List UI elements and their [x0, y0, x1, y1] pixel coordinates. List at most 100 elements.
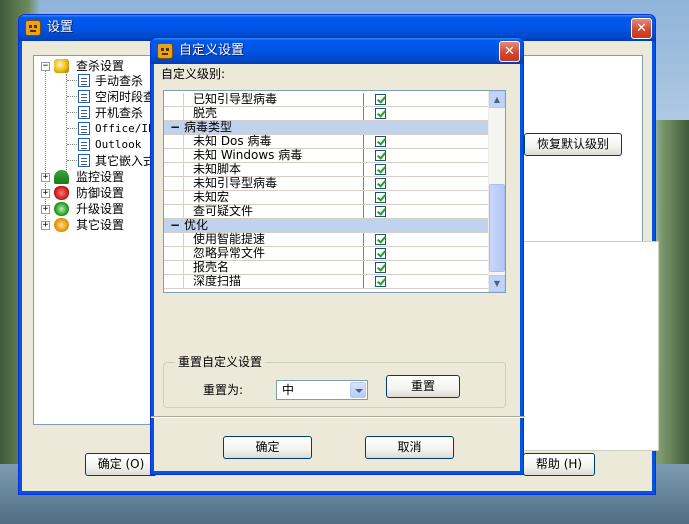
umbrella-icon [54, 170, 69, 184]
tree-line [45, 68, 46, 226]
settings-help-button[interactable]: 帮助 (H) [523, 453, 595, 476]
check-icon[interactable] [375, 136, 386, 147]
reset-level-value: 中 [282, 383, 295, 397]
grid-indent-cell [164, 275, 184, 288]
dialog-ok-button[interactable]: 确定 [223, 436, 312, 459]
expand-icon[interactable]: + [41, 173, 50, 182]
grid-value-cell [365, 191, 490, 204]
grid-group-header[interactable]: − 优化 [164, 219, 490, 233]
dialog-separator [151, 416, 525, 418]
tree-line [67, 128, 77, 129]
tree-item-update-settings[interactable]: 升级设置 [76, 201, 124, 217]
grid-option-label: 已知引导型病毒 [184, 93, 364, 106]
reset-level-select[interactable]: 中 [276, 380, 368, 400]
check-icon[interactable] [375, 108, 386, 119]
scroll-up-button[interactable]: ▲ [489, 91, 505, 108]
page-icon [78, 138, 90, 151]
grid-indent-cell [164, 135, 184, 148]
collapse-icon[interactable]: − [170, 219, 180, 232]
check-icon[interactable] [375, 178, 386, 189]
app-icon [157, 43, 173, 59]
check-icon[interactable] [375, 262, 386, 273]
custom-settings-dialog: 自定义设置 ✕ 自定义级别: 已知引导型病毒 脱壳 − 病毒类型 未知 Dos 病毒 未知… [150, 37, 525, 475]
check-icon[interactable] [375, 276, 386, 287]
grid-group-header[interactable]: − 病毒类型 [164, 121, 490, 135]
expand-icon[interactable]: + [41, 189, 50, 198]
tree-item-idle-scan[interactable]: 空闲时段查 [95, 89, 155, 105]
scroll-down-button[interactable]: ▼ [489, 275, 505, 292]
grid-row: 未知 Windows 病毒 [164, 149, 490, 163]
dialog-close-button[interactable]: ✕ [499, 41, 520, 62]
tree-item-defense-settings[interactable]: 防御设置 [76, 185, 124, 201]
check-icon[interactable] [375, 150, 386, 161]
grid-value-cell [365, 177, 490, 190]
grid-value-cell [365, 107, 490, 120]
grid-option-label: 脱壳 [184, 107, 364, 120]
reset-to-label: 重置为: [203, 383, 244, 397]
grid-value-cell [365, 233, 490, 246]
settings-window-title: 设置 [47, 20, 74, 35]
tree-item-other-settings[interactable]: 其它设置 [76, 217, 124, 233]
grid-value-cell [365, 135, 490, 148]
tree-line [67, 80, 77, 81]
close-icon: ✕ [504, 44, 515, 59]
grid-option-label: 报壳名 [184, 261, 364, 274]
close-icon: ✕ [636, 21, 647, 36]
tree-line [67, 144, 77, 145]
reset-button[interactable]: 重置 [386, 375, 460, 398]
grid-row: 忽略异常文件 [164, 247, 490, 261]
tree-item-monitor-settings[interactable]: 监控设置 [76, 169, 124, 185]
tree-item-office-ie[interactable]: Office/IE [95, 121, 155, 137]
grid-option-label: 未知 Windows 病毒 [184, 149, 364, 162]
grid-value-cell [365, 205, 490, 218]
scrollbar-thumb[interactable] [489, 184, 505, 272]
grid-option-label: 深度扫描 [184, 275, 364, 288]
collapse-icon[interactable]: − [170, 121, 180, 134]
page-icon [78, 122, 90, 135]
expand-icon[interactable]: + [41, 205, 50, 214]
check-icon[interactable] [375, 94, 386, 105]
restore-default-level-button[interactable]: 恢复默认级别 [524, 133, 622, 156]
page-icon [78, 154, 90, 167]
chevron-up-icon: ▲ [493, 95, 501, 104]
grid-row: 未知宏 [164, 191, 490, 205]
grid-option-label: 查可疑文件 [184, 205, 364, 218]
tree-line [67, 160, 77, 161]
settings-ok-button[interactable]: 确定 (O) [85, 453, 157, 476]
check-icon[interactable] [375, 248, 386, 259]
update-icon [54, 202, 69, 216]
grid-indent-cell [164, 177, 184, 190]
tree-item-other-embedded[interactable]: 其它嵌入式 [95, 153, 153, 169]
collapse-icon[interactable]: − [41, 62, 50, 71]
tree-line [67, 96, 77, 97]
tree-line [67, 112, 77, 113]
grid-indent-cell [164, 163, 184, 176]
tree-item-scan-settings[interactable]: 查杀设置 [76, 58, 124, 74]
grid-row: 未知引导型病毒 [164, 177, 490, 191]
check-icon[interactable] [375, 192, 386, 203]
shield-icon [54, 186, 69, 200]
grid-indent-cell [164, 93, 184, 106]
check-icon[interactable] [375, 164, 386, 175]
grid-group-label: 病毒类型 [184, 120, 233, 134]
grid-row: 深度扫描 [164, 275, 490, 289]
tree-item-boot-scan[interactable]: 开机查杀 [95, 105, 143, 121]
grid-value-cell [365, 247, 490, 260]
chevron-down-icon[interactable] [350, 382, 366, 398]
scan-settings-icon [54, 59, 69, 73]
settings-close-button[interactable]: ✕ [631, 18, 652, 39]
chevron-down-icon: ▼ [493, 279, 501, 288]
tree-item-outlook[interactable]: Outlook [95, 137, 141, 153]
grid-row: 查可疑文件 [164, 205, 490, 219]
grid-scrollbar[interactable]: ▲ ▼ [488, 91, 505, 292]
expand-icon[interactable]: + [41, 221, 50, 230]
dialog-titlebar[interactable]: 自定义设置 [151, 38, 523, 64]
tree-item-manual-scan[interactable]: 手动查杀 [95, 73, 144, 89]
grid-option-label: 忽略异常文件 [184, 247, 364, 260]
grid-indent-cell [164, 107, 184, 120]
dialog-cancel-button[interactable]: 取消 [365, 436, 454, 459]
check-icon[interactable] [375, 234, 386, 245]
check-icon[interactable] [375, 206, 386, 217]
grid-value-cell [365, 163, 490, 176]
grid-option-label: 使用智能提速 [184, 233, 364, 246]
